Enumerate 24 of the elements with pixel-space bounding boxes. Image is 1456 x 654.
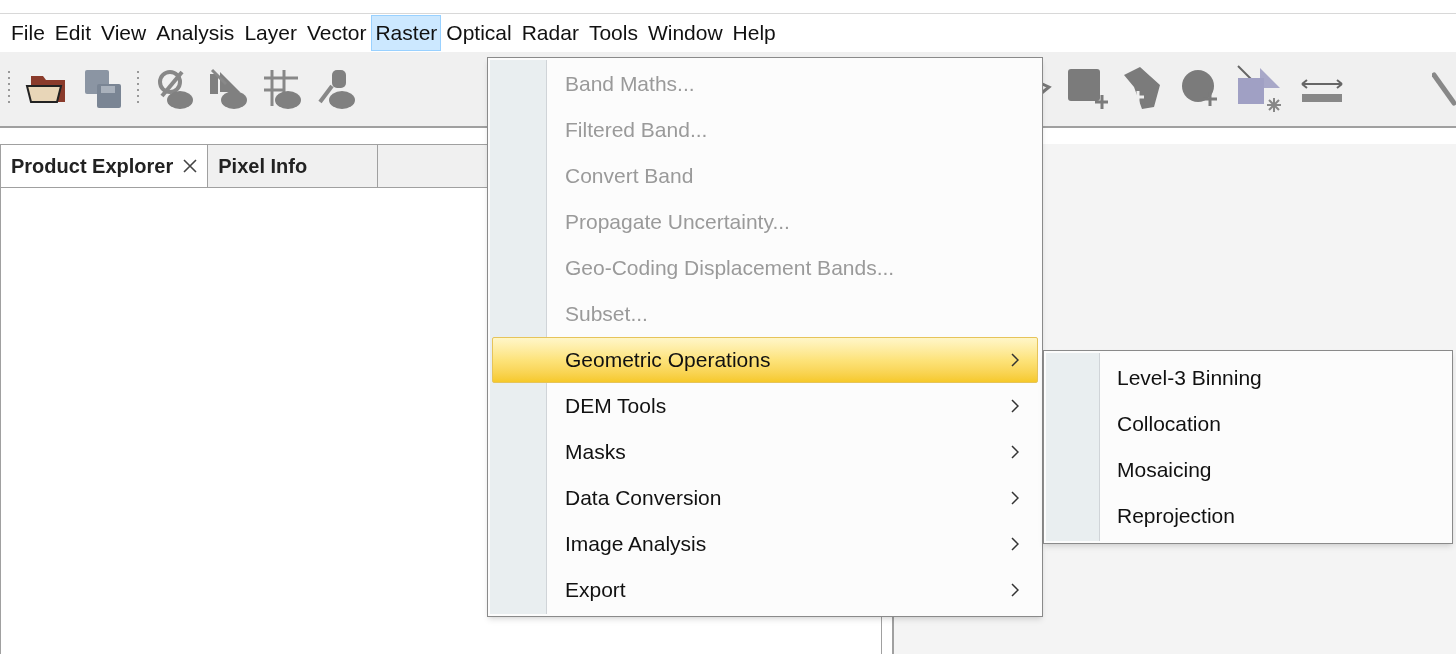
menu-bar-item[interactable]: Edit bbox=[49, 15, 97, 51]
menu-bar-item[interactable]: Radar bbox=[516, 15, 584, 51]
menu-bar-item[interactable]: Optical bbox=[441, 15, 517, 51]
panel-tab[interactable]: Product Explorer bbox=[0, 144, 208, 187]
menu-bar-item[interactable]: View bbox=[96, 15, 152, 51]
menu-item[interactable]: Data Conversion bbox=[492, 475, 1038, 521]
menu-item[interactable]: Level-3 Binning bbox=[1044, 355, 1452, 401]
menu-item[interactable]: Masks bbox=[492, 429, 1038, 475]
menu-bar-item[interactable]: Help bbox=[727, 15, 781, 51]
menu-item[interactable]: Image Analysis bbox=[492, 521, 1038, 567]
menu-bar-item[interactable]: Tools bbox=[583, 15, 643, 51]
menu-item[interactable]: DEM Tools bbox=[492, 383, 1038, 429]
menu-item[interactable]: Export bbox=[492, 567, 1038, 613]
menu-item[interactable]: Reprojection bbox=[1044, 493, 1452, 539]
menu-bar-item[interactable]: File bbox=[6, 15, 50, 51]
menu-bar-item[interactable]: Vector bbox=[301, 15, 372, 51]
menu-bar-item[interactable]: Layer bbox=[239, 15, 302, 51]
menu-bar-item[interactable]: Analysis bbox=[151, 15, 240, 51]
menu-item[interactable]: Collocation bbox=[1044, 401, 1452, 447]
menu-bar-item[interactable]: Window bbox=[642, 15, 728, 51]
panel-tab[interactable]: Pixel Info bbox=[207, 144, 378, 187]
menu-item[interactable]: Geometric Operations bbox=[492, 337, 1038, 383]
menu-bar-item[interactable]: Raster bbox=[371, 15, 442, 51]
menu-item[interactable]: Mosaicing bbox=[1044, 447, 1452, 493]
